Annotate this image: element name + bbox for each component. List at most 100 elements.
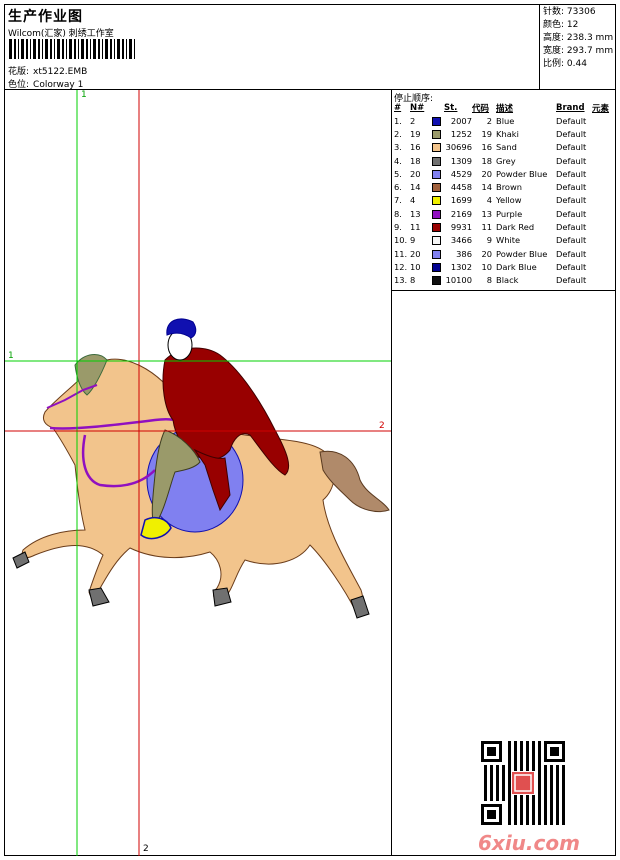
row-stitches: 10100 [445, 275, 472, 286]
design-width: 宽度: 293.7 mm [543, 46, 614, 56]
color-swatch [432, 143, 441, 153]
table-row: 8. 13 2169 13 Purple Default [394, 207, 614, 220]
row-stitches: 4458 [450, 182, 472, 193]
row-needle: 13 [410, 208, 421, 219]
row-element [592, 234, 614, 247]
table-row: 1. 2 2007 2 Blue Default [394, 114, 614, 127]
row-needle: 4 [410, 195, 416, 206]
row-needle: 20 [410, 168, 421, 179]
row-stitches: 30696 [445, 142, 472, 153]
row-swatch [432, 274, 444, 287]
design-height: 高度: 238.3 mm [543, 33, 614, 43]
col-description: 描述 [496, 104, 514, 114]
row-needle: 11 [410, 222, 421, 233]
row-needle: 10 [410, 261, 421, 272]
row-code: 9 [486, 235, 492, 246]
row-needle: 19 [410, 128, 421, 139]
production-sheet: 生产作业图 Wilcom(汇家) 刺绣工作室 花版: xt5122.EMB 色位:… [4, 4, 616, 856]
row-index: 8. [394, 208, 402, 219]
row-stitches: 2169 [450, 208, 472, 219]
row-description: Powder Blue [496, 248, 548, 259]
design-scale: 比例: 0.44 [543, 59, 587, 69]
row-description: Dark Red [496, 222, 535, 233]
row-description: Purple [496, 208, 523, 219]
row-stitches: 3466 [450, 235, 472, 246]
row-stitches: 386 [456, 248, 472, 259]
color-swatch [432, 249, 441, 259]
row-description: Khaki [496, 128, 519, 139]
row-description: Powder Blue [496, 168, 548, 179]
colorway-value: Colorway 1 [33, 80, 84, 90]
row-element [592, 180, 614, 193]
row-swatch [432, 114, 444, 127]
row-code: 14 [481, 182, 492, 193]
watermark: 6xiu.com [478, 831, 580, 855]
color-swatch [432, 183, 441, 193]
row-brand: Default [556, 155, 587, 166]
header-info: 生产作业图 Wilcom(汇家) 刺绣工作室 花版: xt5122.EMB 色位:… [5, 5, 537, 90]
row-element [592, 167, 614, 180]
row-description: Grey [496, 155, 516, 166]
row-brand: Default [556, 168, 587, 179]
row-description: Blue [496, 115, 515, 126]
row-index: 9. [394, 222, 402, 233]
color-swatch [432, 116, 441, 126]
row-element [592, 260, 614, 273]
file-value: xt5122.EMB [33, 67, 88, 77]
row-stitches: 2007 [450, 115, 472, 126]
row-index: 2. [394, 128, 402, 139]
row-stitches: 1252 [450, 128, 472, 139]
row-swatch [432, 180, 444, 193]
row-swatch [432, 194, 444, 207]
row-brand: Default [556, 275, 587, 286]
row-brand: Default [556, 208, 587, 219]
row-brand: Default [556, 261, 587, 272]
table-row: 5. 20 4529 20 Powder Blue Default [394, 167, 614, 180]
row-stitches: 1699 [450, 195, 472, 206]
row-element [592, 194, 614, 207]
row-index: 11. [394, 248, 408, 259]
row-index: 4. [394, 155, 402, 166]
row-description: White [496, 235, 521, 246]
col-element: 元素 [592, 104, 610, 114]
row-element [592, 247, 614, 260]
row-element [592, 141, 614, 154]
row-needle: 18 [410, 155, 421, 166]
col-stitches: St. [444, 103, 458, 113]
table-header-row: # N# St. 代码 描述 Brand 元素 [394, 102, 614, 114]
row-stitches: 1309 [450, 155, 472, 166]
row-index: 6. [394, 182, 402, 193]
hoof-front-right [88, 587, 110, 607]
color-swatch [432, 156, 441, 166]
guide-label-h2: 2 [379, 421, 385, 431]
guide-label-v2: 2 [143, 844, 149, 854]
table-row: 7. 4 1699 4 Yellow Default [394, 194, 614, 207]
row-swatch [432, 247, 444, 260]
row-code: 20 [481, 168, 492, 179]
row-description: Dark Blue [496, 261, 537, 272]
row-swatch [432, 154, 444, 167]
color-swatch [432, 169, 441, 179]
table-row: 9. 11 9931 11 Dark Red Default [394, 220, 614, 233]
color-swatch [432, 262, 441, 272]
color-swatch [432, 209, 441, 219]
row-element [592, 274, 614, 287]
guide-label-v1: 1 [81, 90, 87, 100]
row-description: Brown [496, 182, 523, 193]
stitch-count: 针数: 73306 [543, 7, 596, 17]
table-row: 3. 16 30696 16 Sand Default [394, 141, 614, 154]
row-needle: 8 [410, 275, 416, 286]
row-element [592, 127, 614, 140]
row-swatch [432, 234, 444, 247]
row-needle: 16 [410, 142, 421, 153]
row-index: 7. [394, 195, 402, 206]
colorway-label: 色位: [8, 80, 30, 90]
table-row: 6. 14 4458 14 Brown Default [394, 180, 614, 193]
col-brand: Brand [556, 103, 585, 113]
row-index: 5. [394, 168, 402, 179]
sheet-header: 生产作业图 Wilcom(汇家) 刺绣工作室 花版: xt5122.EMB 色位:… [5, 5, 615, 90]
colorway-line: 色位: Colorway 1 [8, 77, 83, 90]
row-description: Yellow [496, 195, 522, 206]
row-brand: Default [556, 222, 587, 233]
row-brand: Default [556, 235, 587, 246]
